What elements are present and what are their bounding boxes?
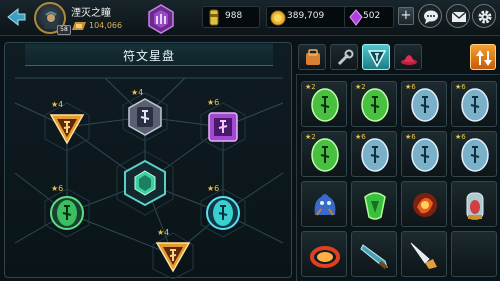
green-gem-icon	[364, 192, 386, 220]
star-count: ★6	[207, 98, 220, 107]
inventory-slot[interactable]	[351, 181, 397, 227]
green-round-rune-icon	[50, 196, 84, 230]
orange-triangle-rune-icon	[155, 242, 191, 273]
purple-crystal-icon	[349, 9, 363, 26]
level-badge: 58	[57, 25, 71, 35]
inventory-slot[interactable]	[401, 231, 447, 277]
power-value: 104,066	[89, 21, 123, 30]
add-gems-button[interactable]: +	[398, 7, 414, 25]
green-rune-stone-icon	[311, 88, 339, 122]
inventory-slot-empty[interactable]	[451, 231, 497, 277]
specimen-jar-icon	[466, 192, 484, 220]
tab-costume[interactable]	[394, 44, 422, 70]
inventory-slot[interactable]: ★6	[451, 81, 497, 127]
power-icon	[72, 22, 86, 30]
star-count: ★6	[207, 184, 220, 193]
rune-constellation-panel: 符文星盘 ★4 ★4 ★6 ★6 ★6 ★4	[4, 42, 292, 279]
star-count: ★4	[131, 88, 144, 97]
rune-node-right[interactable]: ★6	[203, 185, 243, 233]
inventory-slot[interactable]: ★6	[401, 81, 447, 127]
blade-icon	[360, 244, 388, 270]
rune-node-left[interactable]: ★6	[47, 185, 87, 233]
inventory-slot[interactable]	[301, 231, 347, 277]
inventory-slot[interactable]: ★6	[351, 131, 397, 177]
fire-orb-icon	[413, 193, 437, 217]
gem-value: 502	[363, 11, 381, 21]
sort-button[interactable]	[470, 44, 496, 70]
green-rune-stone-icon	[311, 138, 339, 172]
inventory-slot[interactable]: ★2	[301, 131, 347, 177]
gem-counter: 502	[344, 6, 394, 28]
rune-inventory-grid: ★2 ★2 ★6 ★6 ★2 ★6 ★6 ★6	[296, 74, 500, 281]
chat-bubble-icon	[424, 10, 438, 24]
green-rune-stone-icon	[361, 88, 389, 122]
chat-button[interactable]	[418, 4, 442, 28]
orange-triangle-rune-icon	[49, 114, 85, 145]
tab-runes[interactable]	[362, 44, 390, 70]
wrench-icon	[337, 49, 354, 66]
envelope-icon	[451, 11, 467, 22]
inventory-slot[interactable]	[351, 231, 397, 277]
grey-rune-stone-icon	[411, 138, 439, 172]
inventory-slot[interactable]: ★6	[401, 131, 447, 177]
tab-equipment[interactable]	[298, 44, 326, 70]
grey-rune-stone-icon	[361, 138, 389, 172]
star-count: ★4	[51, 100, 64, 109]
rune-node-top[interactable]: ★4	[125, 89, 165, 137]
rune-triangle-icon	[367, 50, 387, 68]
red-hat-icon	[401, 55, 417, 65]
cyan-round-rune-icon	[206, 196, 240, 230]
grey-hex-rune-icon	[128, 98, 162, 136]
dagger-icon	[410, 242, 437, 269]
back-button[interactable]	[4, 6, 28, 28]
player-name: 湮灭之瞳	[71, 8, 111, 19]
inventory-slot[interactable]	[301, 181, 347, 227]
inventory-slot[interactable]	[451, 181, 497, 227]
fire-ring-icon	[310, 246, 340, 268]
center-core-gem-icon	[124, 159, 166, 207]
sort-arrows-icon	[476, 50, 492, 66]
star-count: ★6	[51, 184, 64, 193]
mail-button[interactable]	[446, 4, 470, 28]
tab-materials[interactable]	[330, 44, 358, 70]
purple-square-rune-icon	[208, 112, 238, 142]
gold-counter: 389,709	[266, 6, 352, 28]
grey-rune-stone-icon	[461, 138, 489, 172]
rune-node-top-right[interactable]: ★6	[203, 99, 243, 147]
back-arrow-icon	[7, 7, 26, 27]
blue-creature-icon	[314, 194, 336, 216]
grey-rune-stone-icon	[461, 88, 489, 122]
gold-coin-icon	[270, 10, 286, 26]
top-bar: 58 湮灭之瞳 104,066 988 389,709 502 +	[0, 0, 500, 36]
rune-node-top-left[interactable]: ★4	[47, 101, 87, 147]
energy-counter: 988	[202, 6, 260, 28]
inventory-slot[interactable]	[401, 181, 447, 227]
inventory-slot[interactable]: ★2	[301, 81, 347, 127]
gear-icon	[478, 10, 492, 24]
gold-value: 389,709	[287, 11, 325, 21]
inventory-tabs	[296, 44, 462, 70]
energy-drink-icon	[209, 9, 219, 26]
grey-rune-stone-icon	[411, 88, 439, 122]
energy-value: 988	[225, 11, 243, 21]
settings-button[interactable]	[472, 4, 496, 28]
orange-backpack-icon	[306, 49, 320, 65]
rank-crystal-icon[interactable]	[146, 4, 176, 34]
rune-node-center[interactable]	[121, 159, 169, 207]
inventory-slot[interactable]: ★2	[351, 81, 397, 127]
rune-node-bottom[interactable]: ★4	[153, 229, 193, 275]
star-count: ★4	[157, 228, 170, 237]
inventory-slot[interactable]: ★6	[451, 131, 497, 177]
